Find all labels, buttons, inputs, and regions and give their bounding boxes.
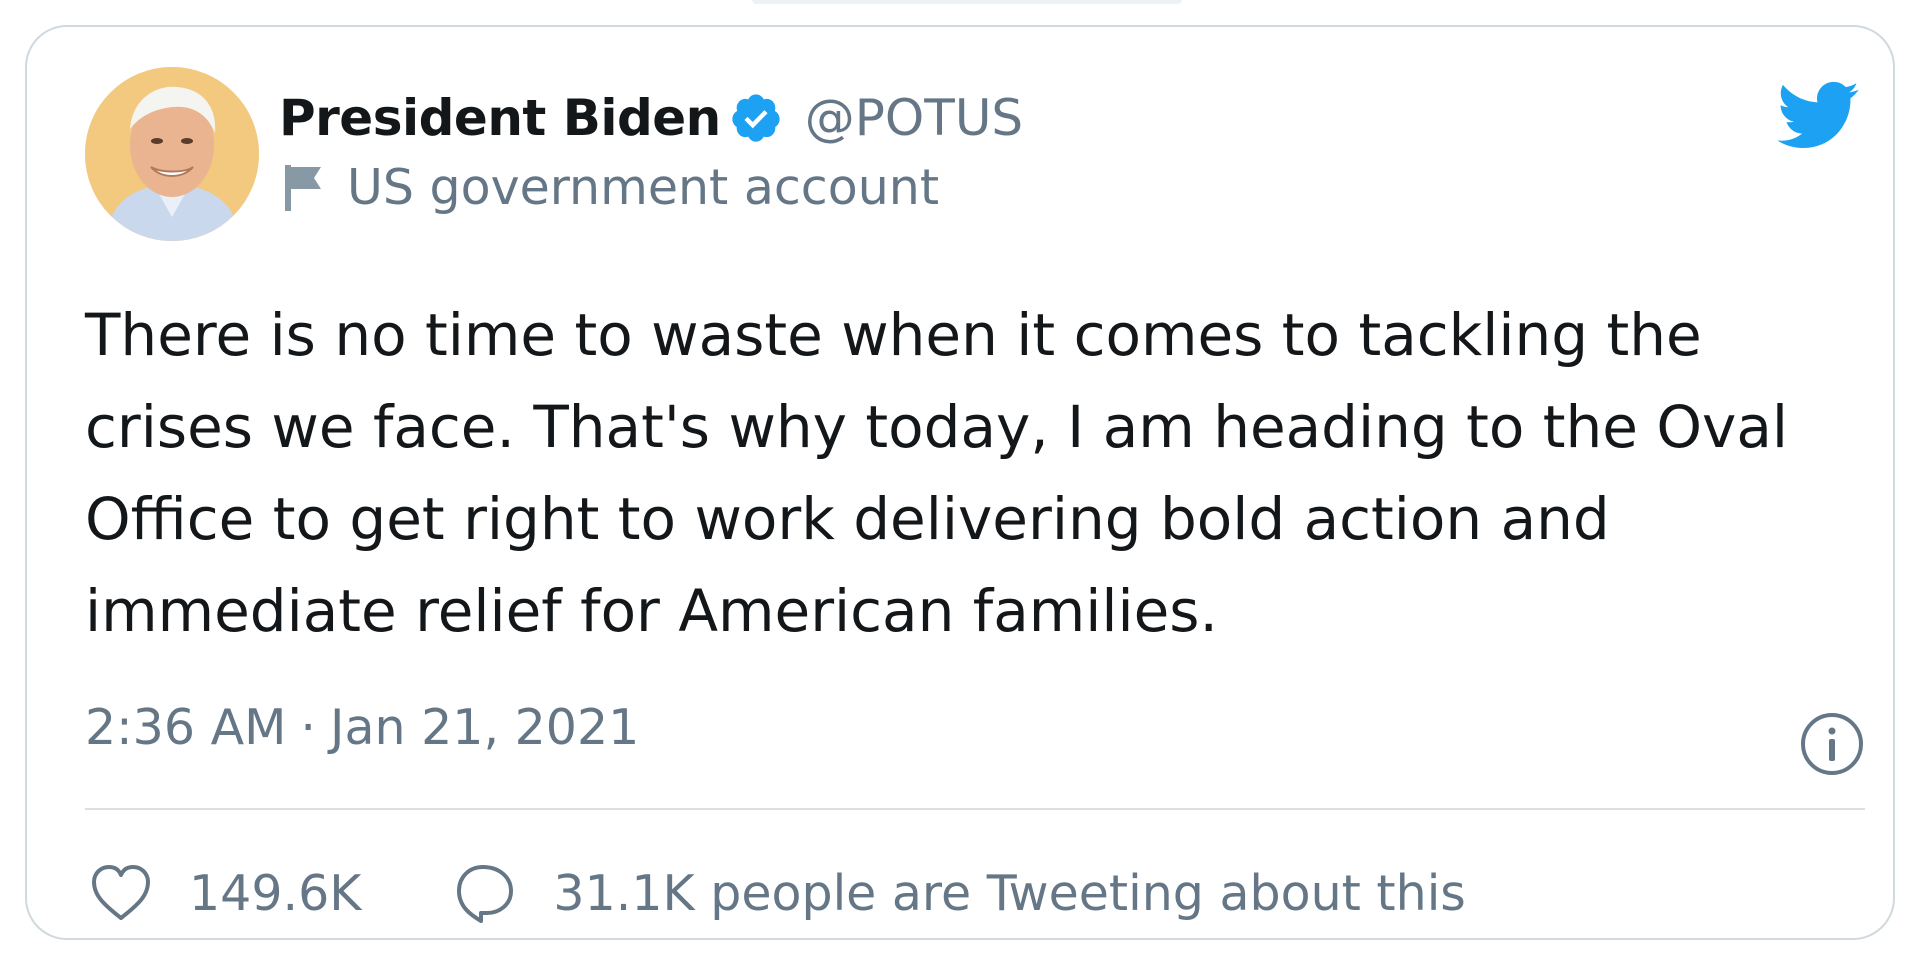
tweet-card[interactable]: President Biden @POTUS US government acc…: [25, 25, 1895, 940]
avatar[interactable]: [85, 67, 259, 241]
twitter-bird-icon[interactable]: [1774, 79, 1860, 151]
flag-icon: [281, 163, 325, 213]
timestamp-row[interactable]: 2:36 AM · Jan 21, 2021: [85, 699, 639, 756]
tweet-time[interactable]: 2:36 AM: [85, 699, 286, 756]
tweet-text: There is no time to waste when it comes …: [85, 301, 1789, 645]
verified-badge-icon: [729, 91, 783, 145]
timestamp-separator: ·: [300, 699, 316, 756]
handle[interactable]: @POTUS: [805, 89, 1023, 147]
top-edge-tab: [752, 0, 1182, 4]
speech-bubble-icon[interactable]: [453, 861, 517, 925]
avatar-portrait: [85, 67, 259, 241]
display-name[interactable]: President Biden: [279, 89, 721, 147]
tweet-date[interactable]: Jan 21, 2021: [330, 699, 639, 756]
heart-icon[interactable]: [89, 862, 153, 924]
account-label-text: US government account: [347, 159, 940, 216]
info-icon[interactable]: [1799, 711, 1865, 777]
tweeting-about-link[interactable]: 31.1K people are Tweeting about this: [553, 865, 1465, 922]
like-count[interactable]: 149.6K: [189, 865, 361, 922]
actions-row: 149.6K 31.1K people are Tweeting about t…: [89, 861, 1466, 925]
name-row: President Biden @POTUS: [279, 89, 1023, 147]
account-label: US government account: [281, 159, 939, 216]
divider: [85, 808, 1865, 810]
